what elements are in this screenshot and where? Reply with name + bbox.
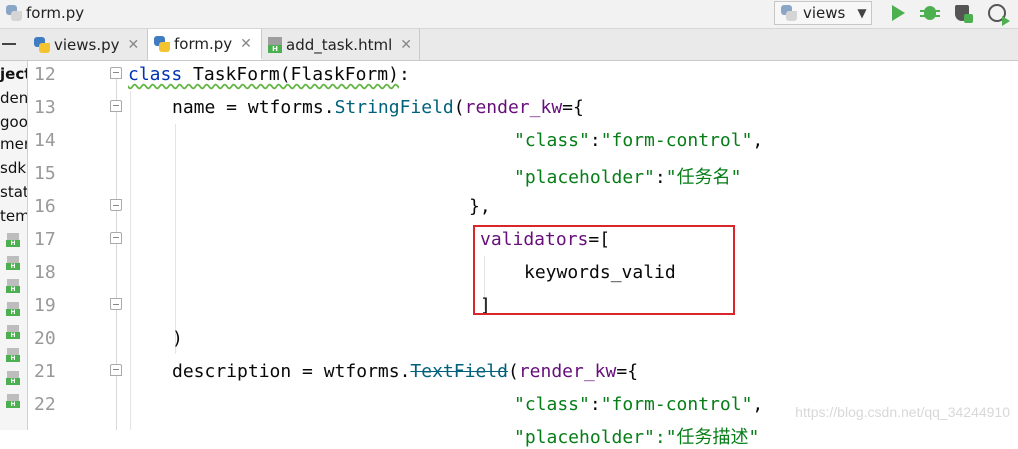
line-number: 14 [34, 130, 56, 151]
html-file-icon[interactable]: H [4, 256, 22, 270]
collapse-panel-icon[interactable] [2, 43, 16, 45]
profile-icon[interactable] [986, 2, 1010, 26]
html-file-icon[interactable]: H [4, 279, 22, 293]
line-number: 16 [34, 196, 56, 217]
tab-views-py[interactable]: views.py ✕ [28, 29, 148, 60]
project-item[interactable]: mer [0, 134, 27, 154]
tab-add-task-html[interactable]: H add_task.html ✕ [262, 29, 420, 60]
line-number: 21 [34, 361, 56, 382]
code-editor[interactable]: 12 13 14 15 16 17 18 19 20 21 22 class T… [28, 61, 1018, 448]
project-panel: ject den goo mer sdk stat tem H H H H H … [0, 61, 28, 430]
close-icon[interactable]: ✕ [240, 36, 252, 52]
fold-icon[interactable] [110, 364, 122, 376]
code-line-16: }, [469, 196, 491, 217]
tab-label: add_task.html [286, 35, 393, 54]
highlight-box [473, 225, 735, 315]
tab-label: views.py [54, 35, 120, 54]
line-number: 20 [34, 328, 56, 349]
tab-label: form.py [174, 34, 233, 53]
line-number: 22 [34, 394, 56, 415]
run-config-dropdown[interactable]: views ▼ [774, 1, 872, 25]
line-number: 13 [34, 97, 56, 118]
fold-icon[interactable] [110, 232, 122, 244]
close-icon[interactable]: ✕ [400, 37, 412, 53]
python-file-icon [154, 35, 170, 52]
file-breadcrumb[interactable]: form.py [6, 3, 84, 23]
project-item[interactable]: sdk [0, 158, 26, 178]
code-line-22: "class":"form-control", [514, 394, 764, 415]
editor-tab-bar: views.py ✕ form.py ✕ H add_task.html ✕ [0, 29, 1018, 61]
fold-icon[interactable] [110, 100, 122, 112]
coverage-icon[interactable] [951, 2, 973, 24]
python-config-icon [781, 5, 797, 21]
top-toolbar: form.py views ▼ [0, 0, 1018, 29]
code-line-14: "class":"form-control", [514, 130, 764, 151]
html-file-icon[interactable]: H [4, 233, 22, 247]
code-line-15: "placeholder":"任务名" [514, 167, 742, 188]
html-file-icon[interactable]: H [4, 325, 22, 339]
file-name: form.py [26, 4, 85, 22]
code-line-20: ) [172, 328, 183, 349]
python-file-icon [6, 5, 22, 21]
line-number: 19 [34, 295, 56, 316]
code-line-21: description = wtforms.TextField(render_k… [172, 361, 639, 382]
code-line-12: class TaskForm(FlaskForm): [128, 64, 410, 85]
tab-form-py[interactable]: form.py ✕ [148, 29, 262, 60]
python-file-icon [34, 36, 50, 53]
debug-icon[interactable] [919, 2, 941, 24]
html-file-icon[interactable]: H [4, 371, 22, 385]
watermark: https://blog.csdn.net/qq_34244910 [795, 404, 1010, 420]
line-number: 18 [34, 262, 56, 283]
code-line-13: name = wtforms.StringField(render_kw={ [172, 97, 584, 118]
project-item[interactable]: ject [0, 64, 27, 84]
project-item[interactable]: den [0, 88, 27, 108]
chevron-down-icon: ▼ [857, 6, 867, 20]
indent-guide [175, 124, 176, 354]
run-config-label: views [803, 4, 846, 22]
html-file-icon: H [268, 36, 282, 53]
fold-icon[interactable] [110, 67, 122, 79]
indent-guide [130, 91, 131, 430]
line-number: 17 [34, 229, 56, 250]
line-number: 12 [34, 64, 56, 85]
project-item[interactable]: tem [0, 206, 27, 226]
project-item[interactable]: stat [0, 182, 27, 202]
html-file-icon[interactable]: H [4, 302, 22, 316]
html-file-icon[interactable]: H [4, 394, 22, 408]
code-line-23: "placeholder":"任务描述" [514, 427, 760, 448]
line-number: 15 [34, 163, 56, 184]
fold-guide [116, 75, 117, 430]
fold-icon[interactable] [110, 199, 122, 211]
run-icon[interactable] [887, 2, 909, 24]
project-item[interactable]: goo [0, 112, 27, 132]
close-icon[interactable]: ✕ [128, 37, 140, 53]
fold-icon[interactable] [110, 298, 122, 310]
html-file-icon[interactable]: H [4, 348, 22, 362]
